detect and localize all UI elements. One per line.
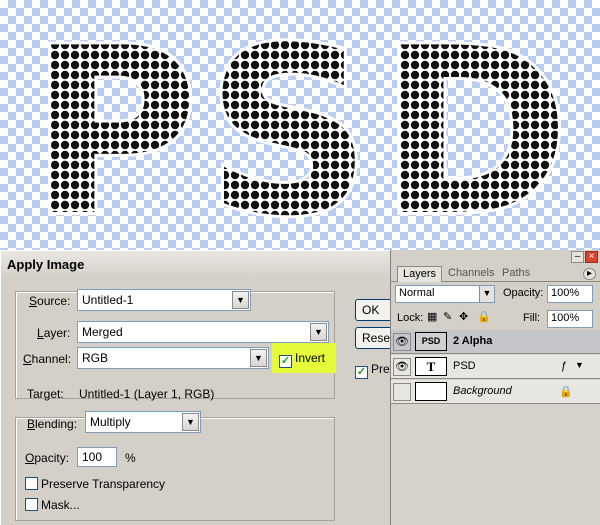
channel-value: RGB (82, 351, 109, 365)
invert-label: Invert (295, 351, 326, 365)
layer-select[interactable]: Merged ▼ (77, 321, 329, 343)
mask-label: Mask... (41, 498, 80, 512)
chevron-down-icon: ▼ (182, 413, 199, 431)
layer-name: PSD (453, 360, 476, 372)
target-value: Untitled-1 (Layer 1, RGB) (79, 387, 215, 401)
blending-select[interactable]: Multiply ▼ (85, 411, 201, 433)
source-label: Source: (29, 294, 71, 308)
eye-off-box[interactable] (393, 383, 411, 401)
preserve-transparency-checkbox[interactable]: Preserve Transparency (25, 477, 165, 491)
tab-layers[interactable]: Layers (397, 266, 443, 282)
eye-icon[interactable]: 👁 (393, 358, 411, 376)
fill-value: 100% (551, 312, 580, 324)
lock-transparency-icon[interactable]: ▦ (427, 310, 437, 323)
opacity-label: Opacity: (25, 451, 70, 465)
channel-label: Channel: (23, 352, 72, 366)
opacity-unit: % (125, 451, 136, 465)
target-label: Target: (27, 387, 64, 401)
reset-button[interactable]: Reset (355, 327, 395, 349)
tab-channels[interactable]: Channels (443, 266, 499, 282)
dialog-title: Apply Image (1, 251, 391, 278)
layer-row-2-alpha[interactable]: 👁 PSD 2 Alpha (391, 330, 600, 354)
lock-icon: 🔒 (559, 386, 573, 398)
blend-mode-value: Normal (399, 287, 435, 299)
source-select[interactable]: Untitled-1 ▼ (77, 289, 251, 311)
chevron-down-icon: ▼ (232, 291, 249, 309)
apply-image-dialog: Apply Image Source: Untitled-1 ▼ Layer: … (0, 250, 414, 525)
source-value: Untitled-1 (82, 293, 134, 307)
panel-opacity-input[interactable]: 100% (547, 285, 593, 303)
layer-thumbnail (415, 382, 447, 401)
layer-thumbnail: PSD (415, 332, 447, 351)
layer-name: 2 Alpha (453, 335, 493, 347)
opacity-input[interactable]: 100 (77, 447, 117, 467)
layer-name: Background (453, 385, 512, 397)
layers-panel: – × Layers Channels Paths ▸ Normal ▼ Opa… (390, 250, 600, 525)
checkbox-box (25, 477, 38, 490)
chevron-down-icon: ▼ (479, 286, 494, 302)
lock-label: Lock: (397, 312, 424, 324)
lock-all-icon[interactable]: 🔒 (477, 310, 491, 323)
layer-list: 👁 PSD 2 Alpha 👁 T PSD ƒ ▼ Background 🔒 (391, 330, 600, 525)
layer-label: Layer: (37, 326, 71, 340)
panel-menu-icon[interactable]: ▸ (583, 268, 596, 280)
checkmark-icon: ✓ (279, 355, 292, 368)
chevron-down-icon: ▼ (250, 349, 267, 367)
lock-paint-icon[interactable]: ✎ (443, 310, 452, 323)
canvas-art-text: PSD (30, 0, 570, 250)
ok-button[interactable]: OK (355, 299, 395, 321)
preserve-transparency-label: Preserve Transparency (41, 477, 166, 491)
fill-label: Fill: (523, 312, 541, 324)
layer-row-background[interactable]: Background 🔒 (391, 380, 600, 404)
fill-input[interactable]: 100% (547, 310, 593, 328)
checkmark-icon: ✓ (355, 366, 368, 379)
blending-label: Blending: (27, 417, 78, 431)
layer-value: Merged (82, 325, 123, 339)
tab-paths[interactable]: Paths (497, 266, 535, 282)
panel-opacity-label: Opacity: (503, 287, 544, 299)
invert-checkbox[interactable]: ✓ Invert (279, 351, 325, 368)
panel-tabs: Layers Channels Paths ▸ (391, 264, 600, 282)
chevron-down-icon: ▼ (310, 323, 327, 341)
mask-checkbox[interactable]: Mask... (25, 498, 80, 512)
minimize-icon[interactable]: – (571, 251, 584, 263)
canvas-artwork: PSD (27, 0, 573, 250)
panel-titlebar: – × (391, 250, 600, 264)
blending-value: Multiply (90, 415, 131, 429)
channel-select[interactable]: RGB ▼ (77, 347, 269, 369)
blend-mode-select[interactable]: Normal ▼ (395, 285, 495, 303)
chevron-down-icon[interactable]: ▼ (575, 360, 584, 370)
panel-opacity-value: 100% (551, 287, 580, 299)
layer-effects-icon[interactable]: ƒ (561, 360, 567, 372)
lock-move-icon[interactable]: ✥ (459, 310, 468, 323)
checkbox-box (25, 498, 38, 511)
close-icon[interactable]: × (585, 251, 598, 263)
layer-row-psd[interactable]: 👁 T PSD ƒ ▼ (391, 355, 600, 379)
text-layer-thumbnail: T (415, 357, 447, 376)
eye-icon[interactable]: 👁 (393, 333, 411, 351)
